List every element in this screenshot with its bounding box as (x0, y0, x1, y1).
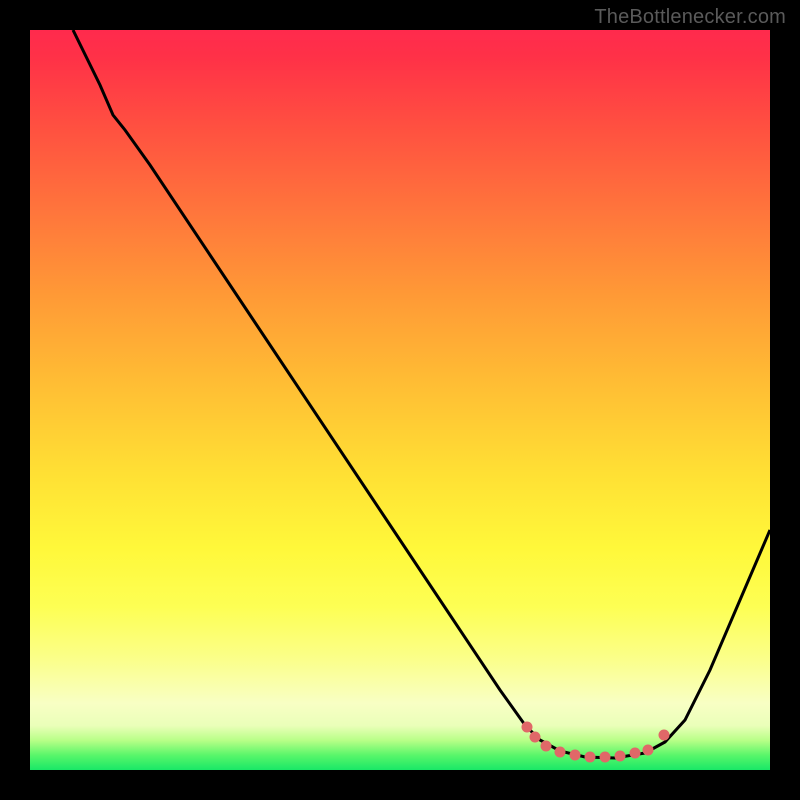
highlight-dot (630, 748, 641, 759)
highlight-dot (555, 747, 566, 758)
highlight-dot (522, 722, 533, 733)
plot-area (30, 30, 770, 770)
highlight-dot (585, 752, 596, 763)
highlight-dot (600, 752, 611, 763)
highlight-dot (541, 741, 552, 752)
chart-frame: TheBottlenecker.com (0, 0, 800, 800)
bottleneck-curve (73, 30, 770, 758)
watermark-text: TheBottlenecker.com (594, 6, 786, 29)
highlight-dot (530, 732, 541, 743)
curve-layer (30, 30, 770, 770)
highlight-dot (570, 750, 581, 761)
highlight-dot (659, 730, 670, 741)
highlight-dot (643, 745, 654, 756)
highlight-dot (615, 751, 626, 762)
